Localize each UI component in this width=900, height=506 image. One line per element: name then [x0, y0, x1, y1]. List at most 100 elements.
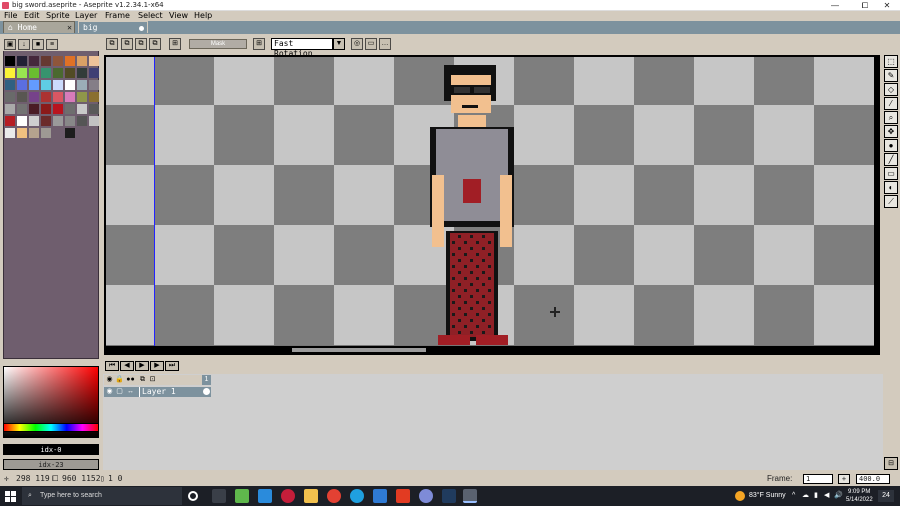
- clock-date[interactable]: 5/14/2022: [846, 496, 873, 504]
- hue-slider[interactable]: [3, 423, 99, 432]
- palette-swatch[interactable]: [29, 80, 39, 90]
- palette-swatch[interactable]: [65, 116, 75, 126]
- modified-dot-icon[interactable]: [139, 26, 144, 31]
- marquee-tool-icon[interactable]: ⬚: [884, 55, 898, 68]
- palette-swatch[interactable]: [65, 56, 75, 66]
- widgets-icon[interactable]: [235, 489, 249, 503]
- palette-swatch[interactable]: [5, 116, 15, 126]
- zoom-input[interactable]: 400.0: [856, 474, 890, 484]
- pencil-tool-icon[interactable]: ✎: [884, 69, 898, 82]
- background-color[interactable]: idx-23: [3, 459, 99, 470]
- more-options-icon[interactable]: …: [379, 38, 391, 50]
- palette-swatch[interactable]: [77, 92, 87, 102]
- next-frame-icon[interactable]: ▶: [150, 361, 164, 371]
- palette-swatch[interactable]: [5, 56, 15, 66]
- intersect-selection-icon[interactable]: ⧉: [149, 38, 161, 50]
- palette-swatch[interactable]: [29, 68, 39, 78]
- menu-view[interactable]: View: [169, 11, 188, 21]
- palette-swatch[interactable]: [89, 104, 99, 114]
- office-icon[interactable]: [396, 489, 410, 503]
- palette-swatch[interactable]: [29, 92, 39, 102]
- scrollbar-thumb[interactable]: [292, 348, 426, 352]
- windows-start-icon[interactable]: [5, 490, 17, 502]
- palette-swatch[interactable]: [77, 68, 87, 78]
- presets-icon[interactable]: ■: [32, 39, 44, 50]
- notifications-badge[interactable]: 24: [878, 490, 894, 502]
- palette-swatch[interactable]: [65, 92, 75, 102]
- palette-swatch[interactable]: [41, 56, 51, 66]
- line-tool-icon[interactable]: ╱: [884, 153, 898, 166]
- continuous-icon[interactable]: ●●: [126, 375, 135, 384]
- taskbar-search[interactable]: ⌕ Type here to search: [22, 487, 182, 505]
- cortana-icon[interactable]: [188, 491, 198, 501]
- palette-swatch[interactable]: [53, 116, 63, 126]
- palette-swatch[interactable]: [53, 104, 63, 114]
- discord-icon[interactable]: [419, 489, 433, 503]
- palette-swatch[interactable]: [5, 92, 15, 102]
- horizontal-scrollbar[interactable]: [106, 346, 878, 353]
- add-selection-icon[interactable]: ⧉: [121, 38, 133, 50]
- palette-swatch[interactable]: [65, 128, 75, 138]
- tab-home[interactable]: ⌂ Home ✕: [3, 21, 75, 33]
- play-icon[interactable]: ▶: [135, 361, 149, 371]
- last-frame-icon[interactable]: ⏭: [165, 361, 179, 371]
- speaker-icon[interactable]: 🔊: [834, 486, 843, 506]
- selection-options-icon[interactable]: ▭: [365, 38, 377, 50]
- pivot-icon[interactable]: ⊞: [169, 38, 181, 50]
- layer-row[interactable]: ◉ ▢ ↔ Layer 1: [104, 387, 211, 397]
- zoom-icon[interactable]: +: [838, 474, 850, 484]
- menu-frame[interactable]: Frame: [105, 11, 130, 21]
- fill-tool-icon[interactable]: ●: [884, 139, 898, 152]
- palette-swatch[interactable]: [17, 92, 27, 102]
- mail-icon[interactable]: [373, 489, 387, 503]
- menu-select[interactable]: Select: [138, 11, 163, 21]
- palette-swatch[interactable]: [89, 116, 99, 126]
- palette-swatch[interactable]: [89, 56, 99, 66]
- move-tool-icon[interactable]: ✥: [884, 125, 898, 138]
- lock-icon[interactable]: ▣: [4, 39, 16, 50]
- palette-swatch[interactable]: [89, 68, 99, 78]
- menu-file[interactable]: File: [4, 11, 17, 21]
- palette-swatch[interactable]: [29, 128, 39, 138]
- opera-icon[interactable]: [281, 489, 295, 503]
- sort-icon[interactable]: ↓: [18, 39, 30, 50]
- frame-header[interactable]: 1: [202, 375, 211, 385]
- transparent-color-button[interactable]: Mask: [189, 39, 247, 49]
- layer-continuous-icon[interactable]: ↔: [126, 387, 135, 396]
- palette-swatch[interactable]: [53, 92, 63, 102]
- link-icon[interactable]: ⊡: [148, 375, 157, 384]
- network-icon[interactable]: ☁: [802, 486, 809, 506]
- eyedropper-tool-icon[interactable]: ⁄: [884, 97, 898, 110]
- subtract-selection-icon[interactable]: ⧉: [135, 38, 147, 50]
- palette-swatch[interactable]: [5, 128, 15, 138]
- chevron-down-icon[interactable]: ▼: [333, 38, 345, 50]
- minimize-button[interactable]: —: [822, 0, 848, 11]
- close-button[interactable]: ✕: [874, 0, 900, 11]
- menu-help[interactable]: Help: [194, 11, 212, 21]
- palette-swatch[interactable]: [89, 92, 99, 102]
- palette-swatch[interactable]: [41, 80, 51, 90]
- aseprite-taskbar-icon[interactable]: [463, 489, 477, 503]
- tray-chevron-icon[interactable]: ^: [792, 486, 795, 506]
- menu-sprite[interactable]: Sprite: [46, 11, 70, 21]
- palette-swatch[interactable]: [17, 128, 27, 138]
- palette-swatch[interactable]: [17, 104, 27, 114]
- menu-layer[interactable]: Layer: [75, 11, 97, 21]
- palette-swatch[interactable]: [5, 68, 15, 78]
- lock-icon[interactable]: 🔒: [115, 375, 124, 384]
- palette-swatch[interactable]: [53, 128, 63, 138]
- cel[interactable]: [202, 387, 211, 397]
- rotation-algorithm-icon[interactable]: ⊞: [253, 38, 265, 50]
- sprite-editor[interactable]: [104, 55, 880, 355]
- layer-name[interactable]: Layer 1: [139, 387, 201, 397]
- palette-swatch[interactable]: [77, 104, 87, 114]
- palette-swatch[interactable]: [17, 80, 27, 90]
- tab-big-sword[interactable]: big sword.asepi: [78, 21, 148, 44]
- palette-swatch[interactable]: [65, 104, 75, 114]
- steam-icon[interactable]: [442, 489, 456, 503]
- timeline-toggle-icon[interactable]: ⊟: [884, 457, 898, 470]
- palette-swatch[interactable]: [53, 56, 63, 66]
- onion-skin-icon[interactable]: ⧉: [138, 375, 147, 384]
- palette-swatch[interactable]: [5, 104, 15, 114]
- palette-swatch[interactable]: [29, 116, 39, 126]
